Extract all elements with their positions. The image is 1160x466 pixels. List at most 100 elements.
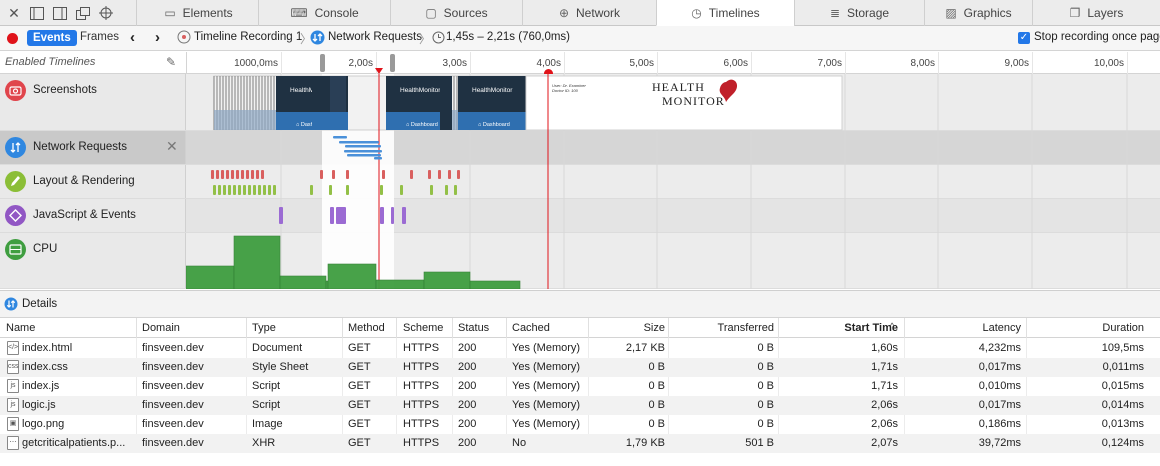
record-button[interactable] bbox=[7, 33, 18, 44]
rendering-event-bar bbox=[258, 185, 261, 195]
cell-transferred: 0 B bbox=[757, 399, 774, 411]
table-row[interactable]: css index.css finsveen.dev Style Sheet GET HT… bbox=[0, 358, 1160, 377]
column-divider[interactable] bbox=[136, 318, 137, 338]
timeline-row-header[interactable]: Network Requests ✕ bbox=[0, 131, 186, 164]
cell-duration: 0,014ms bbox=[1101, 399, 1144, 411]
column-header-domain[interactable]: Domain bbox=[142, 322, 242, 334]
tab-network[interactable]: ⊕ Network bbox=[522, 0, 656, 26]
tab-timelines[interactable]: ◷ Timelines bbox=[656, 0, 794, 26]
dock-bottom-icon[interactable] bbox=[28, 4, 46, 22]
forward-chevron-icon[interactable]: › bbox=[155, 29, 160, 46]
rendering-event-bar bbox=[380, 185, 383, 195]
image-file-icon: ▣ bbox=[7, 417, 19, 431]
cell-name: getcriticalpatients.p... bbox=[22, 437, 126, 449]
close-icon[interactable]: ✕ bbox=[5, 4, 23, 22]
column-divider[interactable] bbox=[904, 318, 905, 338]
tab-elements[interactable]: ▭ Elements bbox=[136, 0, 260, 26]
column-header-cached[interactable]: Cached bbox=[512, 322, 592, 334]
stop-recording-checkbox[interactable]: ✓ bbox=[1018, 32, 1030, 44]
ruler-tick-label: 6,00s bbox=[723, 58, 748, 69]
cell-name: logo.png bbox=[22, 418, 65, 430]
cpu-usage-bar bbox=[233, 235, 281, 289]
column-divider[interactable] bbox=[396, 318, 397, 338]
timeline-row-label: CPU bbox=[33, 243, 58, 255]
timeline-row-header[interactable]: Layout & Rendering bbox=[0, 165, 186, 198]
stop-recording-label: Stop recording once page loads bbox=[1034, 31, 1160, 43]
table-row[interactable]: ⋯ getcriticalpatients.p... finsveen.dev XHR… bbox=[0, 434, 1160, 453]
tab-console[interactable]: ⌨ Console bbox=[258, 0, 390, 26]
column-header-status[interactable]: Status bbox=[458, 322, 508, 334]
breadcrumb-network-requests[interactable]: Network Requests bbox=[328, 31, 422, 43]
ruler-tick-label: 10,00s bbox=[1093, 58, 1124, 69]
timeline-row-header[interactable]: Screenshots bbox=[0, 74, 186, 130]
column-header-size[interactable]: Size bbox=[590, 322, 665, 334]
column-divider[interactable] bbox=[452, 318, 453, 338]
tab-sources[interactable]: ▢ Sources bbox=[390, 0, 522, 26]
column-divider[interactable] bbox=[506, 318, 507, 338]
column-divider[interactable] bbox=[342, 318, 343, 338]
table-row[interactable]: ▣ logo.png finsveen.dev Image GET HTTPS 200 Yes… bbox=[0, 415, 1160, 434]
timeline-graph[interactable]: HealthMonitor⌂ DashbHealthMonitor⌂ Dashb… bbox=[186, 74, 1160, 289]
cell-domain: finsveen.dev bbox=[142, 342, 204, 354]
tab-graphics[interactable]: ▨ Graphics bbox=[924, 0, 1032, 26]
cell-latency: 39,72ms bbox=[978, 437, 1021, 449]
network-request-bar bbox=[347, 154, 381, 157]
breadcrumb-recording[interactable]: Timeline Recording 1 bbox=[194, 31, 302, 43]
screenshot-thumbnail-title: HealthMonitor bbox=[400, 87, 441, 94]
layout-event-bar bbox=[216, 170, 219, 179]
tab-layers[interactable]: ❐ Layers bbox=[1032, 0, 1160, 26]
rendering-event-bar bbox=[253, 185, 256, 195]
cell-method: GET bbox=[348, 342, 371, 354]
ruler-tick-label: 8,00s bbox=[910, 58, 935, 69]
cell-latency: 0,017ms bbox=[978, 399, 1021, 411]
column-header-transferred[interactable]: Transferred bbox=[670, 322, 774, 334]
rendering-event-bar bbox=[329, 185, 332, 195]
cell-cached: Yes (Memory) bbox=[512, 418, 581, 430]
sources-icon: ▢ bbox=[425, 6, 437, 20]
close-icon[interactable]: ✕ bbox=[166, 138, 178, 155]
column-divider[interactable] bbox=[778, 318, 779, 338]
undock-icon[interactable] bbox=[74, 4, 92, 22]
layout-event-bar bbox=[448, 170, 451, 179]
cell-latency: 0,010ms bbox=[978, 380, 1021, 392]
column-header-duration[interactable]: Duration bbox=[1027, 322, 1144, 334]
column-header-type[interactable]: Type bbox=[252, 322, 342, 334]
javascript-event-bar bbox=[402, 207, 406, 224]
layout-event-bar bbox=[320, 170, 323, 179]
cell-domain: finsveen.dev bbox=[142, 380, 204, 392]
dock-side-icon[interactable] bbox=[51, 4, 69, 22]
selection-start-handle[interactable] bbox=[320, 54, 325, 72]
js-file-icon: js bbox=[7, 379, 19, 393]
events-view-button[interactable]: Events bbox=[27, 30, 77, 46]
rendering-event-bar bbox=[454, 185, 457, 195]
cell-size: 0 B bbox=[648, 399, 665, 411]
column-divider[interactable] bbox=[246, 318, 247, 338]
table-row[interactable]: </> index.html finsveen.dev Document GET HTTP… bbox=[0, 339, 1160, 358]
layout-event-bar bbox=[428, 170, 431, 179]
screenshot-thumbnail bbox=[458, 76, 526, 112]
network-request-bar bbox=[345, 145, 381, 148]
cpu-icon bbox=[5, 239, 26, 260]
column-header-name[interactable]: Name bbox=[6, 322, 136, 334]
column-divider[interactable] bbox=[588, 318, 589, 338]
back-chevron-icon[interactable]: ‹ bbox=[130, 29, 135, 46]
table-row[interactable]: js index.js finsveen.dev Script GET HTTPS 200 Y… bbox=[0, 377, 1160, 396]
edit-pencil-icon[interactable]: ✎ bbox=[166, 55, 176, 69]
timeline-row-header[interactable]: CPU bbox=[0, 233, 186, 288]
column-divider[interactable] bbox=[1026, 318, 1027, 338]
column-header-latency[interactable]: Latency bbox=[904, 322, 1021, 334]
tab-storage[interactable]: ≣ Storage bbox=[794, 0, 924, 26]
timeline-ruler[interactable]: Enabled Timelines ✎ 1000,0ms 2,00s 3,00s 4,… bbox=[0, 52, 1160, 78]
timeline-row-label: Screenshots bbox=[33, 84, 97, 96]
column-divider[interactable] bbox=[668, 318, 669, 338]
timeline-row-header[interactable]: JavaScript & Events bbox=[0, 199, 186, 232]
column-header-scheme[interactable]: Scheme bbox=[403, 322, 453, 334]
table-row[interactable]: js logic.js finsveen.dev Script GET HTTPS 200 Y… bbox=[0, 396, 1160, 415]
ruler-tick-line bbox=[751, 52, 752, 74]
frames-view-button[interactable]: Frames bbox=[80, 31, 119, 43]
cell-type: Script bbox=[252, 380, 281, 392]
column-header-method[interactable]: Method bbox=[348, 322, 398, 334]
column-header-start[interactable]: Start Time bbox=[780, 322, 898, 334]
inspect-element-icon[interactable] bbox=[97, 4, 115, 22]
selection-end-handle[interactable] bbox=[390, 54, 395, 72]
